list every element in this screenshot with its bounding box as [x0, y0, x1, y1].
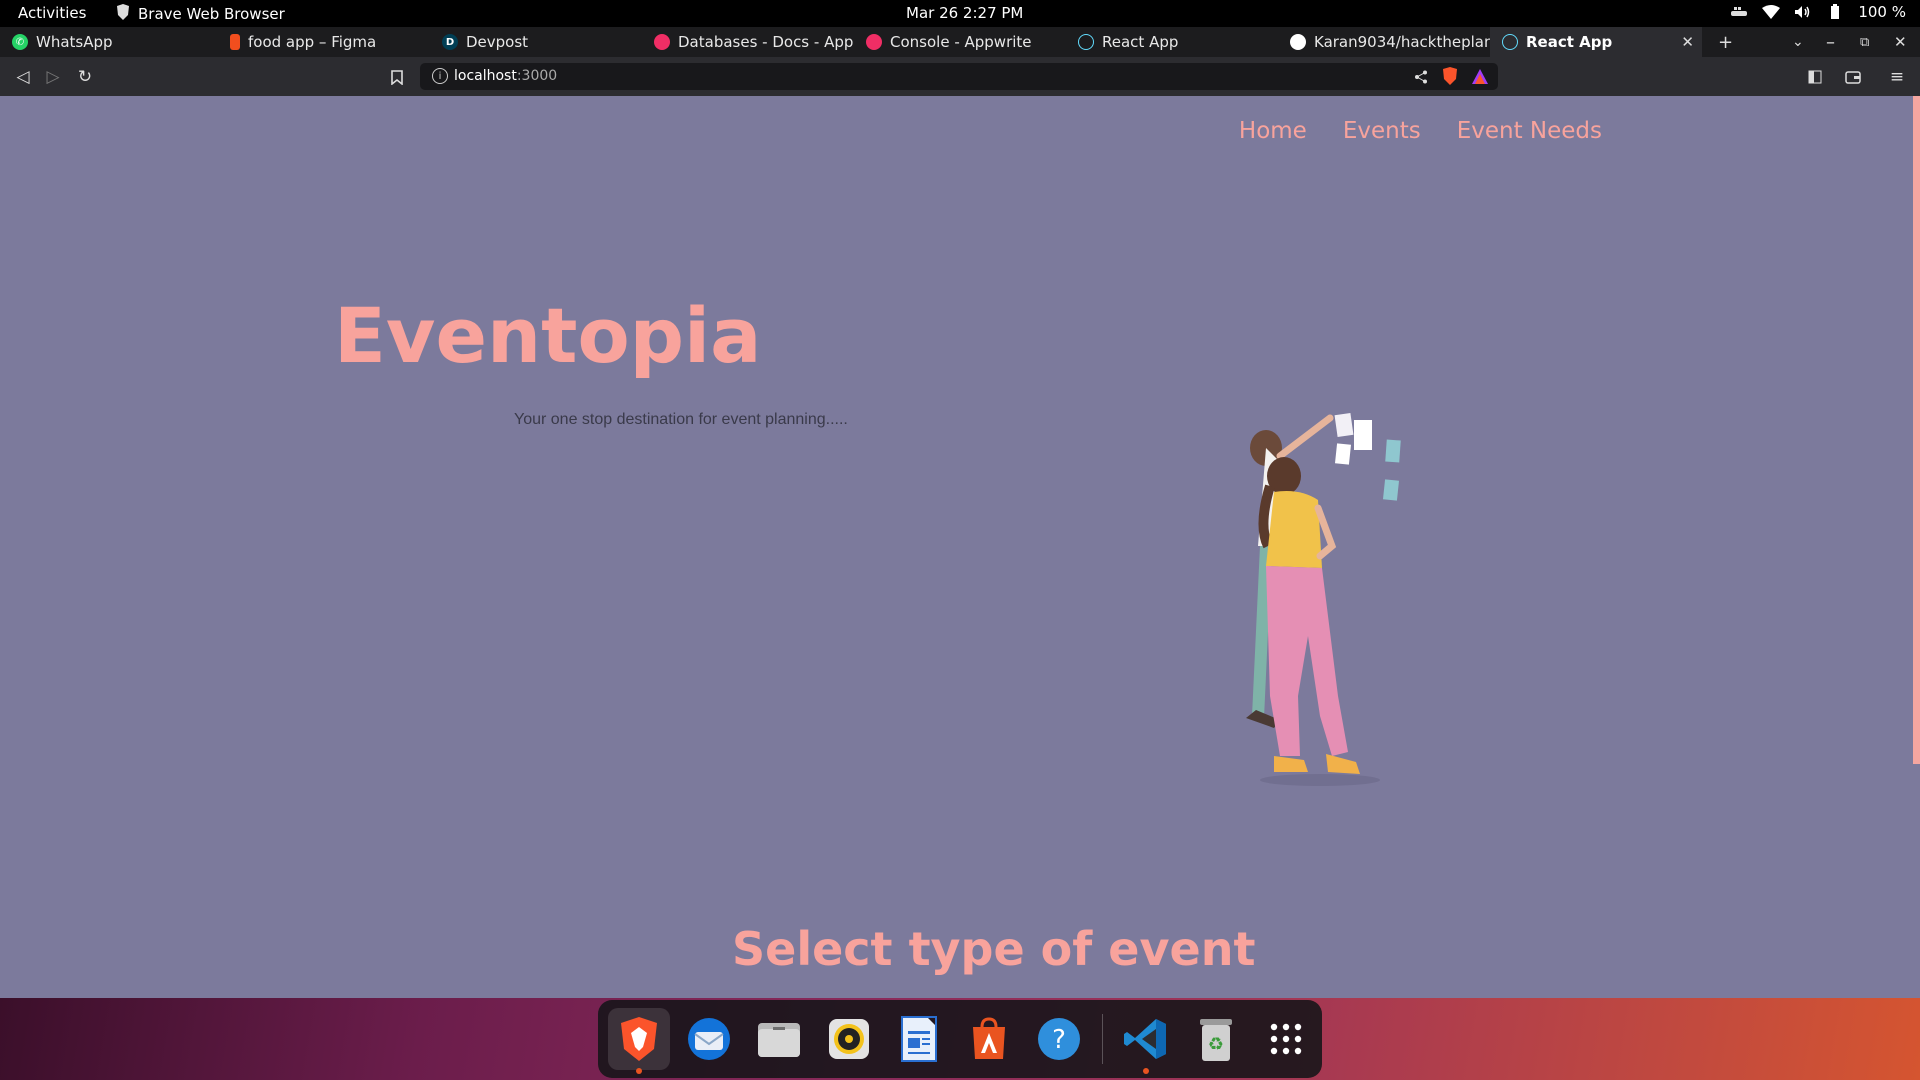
hero-title: Eventopia	[334, 291, 762, 380]
files-icon[interactable]	[748, 1008, 810, 1070]
close-window-icon[interactable]: ✕	[1894, 27, 1907, 57]
system-tray[interactable]: 100 %	[1730, 3, 1906, 21]
brave-rewards-icon[interactable]	[1472, 68, 1488, 88]
appwrite-icon	[654, 34, 670, 50]
tab-strip: ✆ WhatsApp food app – Figma D Devpost Da…	[0, 27, 1920, 57]
whatsapp-icon: ✆	[12, 34, 28, 50]
battery-icon[interactable]	[1826, 3, 1844, 21]
new-tab-button[interactable]: +	[1718, 27, 1733, 57]
close-tab-icon[interactable]: ✕	[1681, 33, 1694, 51]
brave-icon[interactable]	[608, 1008, 670, 1074]
app-menu[interactable]: Brave Web Browser	[116, 4, 285, 24]
section-title: Select type of event	[732, 922, 1256, 976]
ubuntu-dock: ? ♻	[598, 1000, 1322, 1078]
address-bar[interactable]: i localhost:3000	[420, 63, 1498, 90]
rhythmbox-icon[interactable]	[818, 1008, 880, 1070]
tab-appwrite-docs[interactable]: Databases - Docs - Appwri	[642, 27, 854, 57]
minimize-window-icon[interactable]: –	[1826, 27, 1835, 57]
trash-icon[interactable]: ♻	[1185, 1008, 1247, 1070]
hamburger-menu-icon[interactable]: ≡	[1886, 66, 1908, 88]
site-nav: Home Events Event Needs	[1239, 118, 1602, 144]
tab-devpost[interactable]: D Devpost	[430, 27, 642, 57]
vscode-icon[interactable]	[1115, 1008, 1177, 1074]
svg-text:?: ?	[1052, 1025, 1066, 1055]
forward-icon[interactable]: ▷	[42, 66, 64, 88]
github-icon	[1290, 34, 1306, 50]
writer-icon[interactable]	[888, 1008, 950, 1070]
back-icon[interactable]: ◁	[12, 66, 34, 88]
tab-github[interactable]: Karan9034/hacktheplan	[1278, 27, 1490, 57]
battery-percent: 100 %	[1858, 3, 1906, 21]
share-icon[interactable]	[1414, 69, 1428, 88]
tab-label: Databases - Docs - Appwri	[678, 33, 854, 51]
tab-search-chevron-down-icon[interactable]: ⌄	[1792, 27, 1804, 57]
docker-icon[interactable]	[1730, 3, 1748, 21]
volume-icon[interactable]	[1794, 3, 1812, 21]
tab-label: food app – Figma	[248, 33, 377, 51]
page-viewport: Home Events Event Needs Eventopia Your o…	[0, 96, 1920, 998]
url-text: localhost:3000	[454, 68, 558, 84]
reload-icon[interactable]: ↻	[74, 66, 96, 88]
appwrite-icon	[866, 34, 882, 50]
restore-window-icon[interactable]: ⧉	[1860, 27, 1869, 57]
thunderbird-icon[interactable]	[678, 1008, 740, 1070]
devpost-icon: D	[442, 34, 458, 50]
tab-label: Karan9034/hacktheplan	[1314, 33, 1490, 51]
svg-text:♻: ♻	[1208, 1034, 1224, 1055]
nav-link-event-needs[interactable]: Event Needs	[1457, 118, 1602, 144]
clock[interactable]: Mar 26 2:27 PM	[906, 4, 1023, 22]
activities-button[interactable]: Activities	[18, 4, 86, 22]
system-top-bar: Activities Brave Web Browser Mar 26 2:27…	[0, 0, 1920, 27]
wallet-icon[interactable]	[1842, 66, 1864, 88]
tab-label: React App	[1102, 33, 1179, 51]
planning-illustration	[1246, 412, 1401, 786]
tab-whatsapp[interactable]: ✆ WhatsApp	[0, 27, 218, 57]
brave-shields-icon[interactable]	[1442, 67, 1458, 89]
page-scrollbar[interactable]	[1913, 96, 1920, 764]
app-name-label: Brave Web Browser	[138, 5, 285, 23]
nav-link-events[interactable]: Events	[1343, 118, 1421, 144]
hero-subtitle: Your one stop destination for event plan…	[514, 411, 848, 428]
software-icon[interactable]	[958, 1008, 1020, 1070]
dock-separator	[1102, 1014, 1103, 1064]
tab-label: Console - Appwrite	[890, 33, 1032, 51]
tab-figma[interactable]: food app – Figma	[218, 27, 430, 57]
sidebar-toggle-icon[interactable]	[1804, 66, 1826, 88]
tab-label: React App	[1526, 33, 1613, 51]
tab-label: Devpost	[466, 33, 529, 51]
browser-toolbar: ◁ ▷ ↻ i localhost:3000 ≡	[0, 57, 1920, 96]
wifi-icon[interactable]	[1762, 3, 1781, 21]
nav-link-home[interactable]: Home	[1239, 118, 1307, 144]
react-icon	[1078, 34, 1094, 50]
bookmark-icon[interactable]	[386, 66, 408, 88]
tab-appwrite-console[interactable]: Console - Appwrite	[854, 27, 1066, 57]
tab-react-app[interactable]: React App	[1066, 27, 1278, 57]
site-info-icon[interactable]: i	[432, 68, 448, 84]
app-grid-icon[interactable]	[1255, 1008, 1317, 1070]
help-icon[interactable]: ?	[1028, 1008, 1090, 1070]
tab-label: WhatsApp	[36, 33, 113, 51]
figma-icon	[230, 34, 240, 50]
react-icon	[1502, 34, 1518, 50]
brave-icon	[116, 4, 130, 24]
tab-react-app-active[interactable]: React App ✕	[1490, 27, 1702, 57]
